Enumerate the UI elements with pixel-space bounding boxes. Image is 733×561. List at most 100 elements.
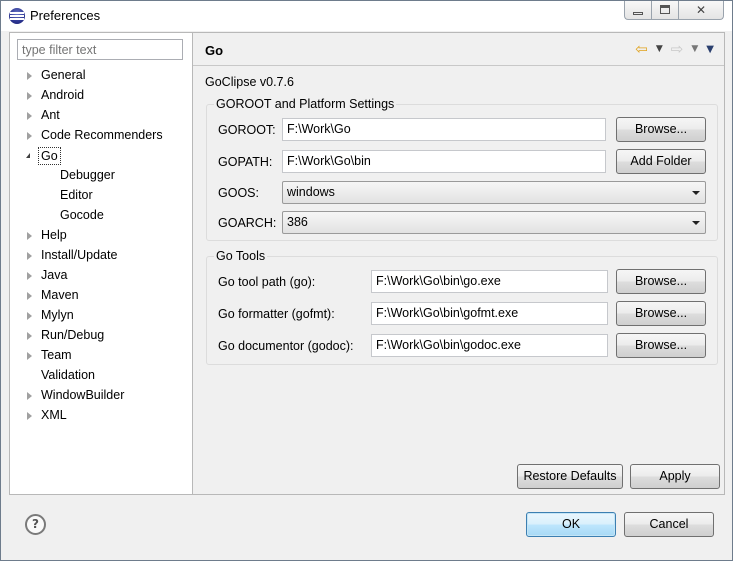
restore-defaults-button[interactable]: Restore Defaults	[517, 464, 623, 489]
tree-item-xml[interactable]: XML	[10, 405, 192, 425]
ok-button[interactable]: OK	[526, 512, 616, 537]
tree-item-label: Debugger	[60, 168, 115, 182]
expand-arrow-icon[interactable]	[27, 412, 32, 420]
help-icon[interactable]: ?	[25, 514, 46, 535]
goroot-field[interactable]: F:\Work\Go	[282, 118, 606, 141]
page-header: Go ⇦ ▼ ⇨ ▼ ▼	[193, 33, 724, 66]
forward-history-dropdown-icon[interactable]: ▼	[691, 44, 698, 54]
cancel-button[interactable]: Cancel	[624, 512, 714, 537]
goos-select[interactable]: windows	[282, 181, 706, 204]
tree-item-label: Go	[38, 147, 61, 165]
back-history-dropdown-icon[interactable]: ▼	[656, 44, 663, 54]
page-navigation: ⇦ ▼ ⇨ ▼ ▼	[635, 42, 714, 57]
apply-button[interactable]: Apply	[630, 464, 720, 489]
back-arrow-icon[interactable]: ⇦	[635, 42, 648, 57]
page-title: Go	[205, 43, 224, 58]
godoc-browse-button[interactable]: Browse...	[616, 333, 706, 358]
maximize-button[interactable]	[651, 1, 678, 20]
tree-item-label: General	[41, 68, 86, 82]
group-title: Go Tools	[214, 249, 268, 263]
tree-item-code-recommenders[interactable]: Code Recommenders	[10, 125, 192, 145]
expand-arrow-icon[interactable]	[27, 72, 32, 80]
goarch-select[interactable]: 386	[282, 211, 706, 234]
gofmt-browse-button[interactable]: Browse...	[616, 301, 706, 326]
go-tool-path-field[interactable]: F:\Work\Go\bin\go.exe	[371, 270, 608, 293]
tree-item-label: Java	[41, 268, 68, 282]
tree-item-label: Validation	[41, 368, 95, 382]
collapse-arrow-icon[interactable]	[26, 153, 30, 158]
preference-tree: General Android Ant Code Recommenders Go…	[10, 65, 192, 425]
expand-arrow-icon[interactable]	[27, 272, 32, 280]
preference-tree-panel: General Android Ant Code Recommenders Go…	[9, 32, 193, 495]
tree-item-label: Code Recommenders	[41, 128, 163, 142]
gopath-field[interactable]: F:\Work\Go\bin	[282, 150, 606, 173]
close-button[interactable]: ✕	[678, 1, 724, 20]
tree-item-mylyn[interactable]: Mylyn	[10, 305, 192, 325]
expand-arrow-icon[interactable]	[27, 392, 32, 400]
tree-item-windowbuilder[interactable]: WindowBuilder	[10, 385, 192, 405]
add-folder-button[interactable]: Add Folder	[616, 149, 706, 174]
tree-item-label: Ant	[41, 108, 60, 122]
tree-item-editor[interactable]: Editor	[10, 185, 192, 205]
go-tool-path-label: Go tool path (go):	[218, 275, 316, 289]
expand-arrow-icon[interactable]	[27, 132, 32, 140]
tree-item-general[interactable]: General	[10, 65, 192, 85]
tree-item-go[interactable]: Go	[10, 145, 192, 165]
gofmt-field[interactable]: F:\Work\Go\bin\gofmt.exe	[371, 302, 608, 325]
expand-arrow-icon[interactable]	[27, 312, 32, 320]
maximize-icon	[660, 5, 670, 14]
godoc-label: Go documentor (godoc):	[218, 339, 354, 353]
expand-arrow-icon[interactable]	[27, 332, 32, 340]
go-tools-group: Go Tools Go tool path (go): F:\Work\Go\b…	[206, 249, 718, 365]
group-title: GOROOT and Platform Settings	[214, 97, 397, 111]
forward-arrow-icon[interactable]: ⇨	[671, 42, 684, 57]
expand-arrow-icon[interactable]	[27, 92, 32, 100]
tree-item-android[interactable]: Android	[10, 85, 192, 105]
window-controls: ✕	[624, 1, 724, 20]
dropdown-arrow-icon	[692, 191, 700, 195]
view-menu-icon[interactable]: ▼	[706, 44, 714, 55]
tree-item-install-update[interactable]: Install/Update	[10, 245, 192, 265]
tree-item-label: XML	[41, 408, 67, 422]
preference-page-panel: Go ⇦ ▼ ⇨ ▼ ▼ GoClipse v0.7.6 GOROOT and …	[193, 32, 725, 495]
godoc-field[interactable]: F:\Work\Go\bin\godoc.exe	[371, 334, 608, 357]
tree-item-label: WindowBuilder	[41, 388, 125, 402]
preferences-window: Preferences ✕ General Android Ant	[0, 0, 733, 561]
tree-item-maven[interactable]: Maven	[10, 285, 192, 305]
tree-item-java[interactable]: Java	[10, 265, 192, 285]
tree-item-label: Team	[41, 348, 72, 362]
window-title: Preferences	[30, 8, 101, 23]
goroot-settings-group: GOROOT and Platform Settings GOROOT: F:\…	[206, 97, 718, 241]
tree-item-label: Mylyn	[41, 308, 74, 322]
dropdown-arrow-icon	[692, 221, 700, 225]
tree-item-help[interactable]: Help	[10, 225, 192, 245]
expand-arrow-icon[interactable]	[27, 112, 32, 120]
title-bar: Preferences ✕	[1, 1, 732, 31]
tree-item-validation[interactable]: Validation	[10, 365, 192, 385]
tree-item-label: Run/Debug	[41, 328, 105, 342]
tree-item-team[interactable]: Team	[10, 345, 192, 365]
minimize-icon	[633, 12, 643, 15]
minimize-button[interactable]	[624, 1, 651, 20]
filter-input[interactable]	[17, 39, 183, 60]
go-tool-browse-button[interactable]: Browse...	[616, 269, 706, 294]
goclipse-version: GoClipse v0.7.6	[205, 75, 294, 89]
tree-item-run-debug[interactable]: Run/Debug	[10, 325, 192, 345]
goarch-label: GOARCH:	[218, 216, 277, 230]
expand-arrow-icon[interactable]	[27, 252, 32, 260]
tree-item-label: Editor	[60, 188, 93, 202]
expand-arrow-icon[interactable]	[27, 352, 32, 360]
tree-item-label: Gocode	[60, 208, 104, 222]
tree-item-gocode[interactable]: Gocode	[10, 205, 192, 225]
expand-arrow-icon[interactable]	[27, 292, 32, 300]
goos-label: GOOS:	[218, 186, 259, 200]
close-icon: ✕	[695, 3, 707, 17]
tree-item-label: Maven	[41, 288, 79, 302]
tree-item-ant[interactable]: Ant	[10, 105, 192, 125]
eclipse-icon	[9, 8, 25, 24]
goroot-browse-button[interactable]: Browse...	[616, 117, 706, 142]
goroot-label: GOROOT:	[218, 123, 276, 137]
expand-arrow-icon[interactable]	[27, 232, 32, 240]
goos-value: windows	[287, 185, 335, 199]
tree-item-debugger[interactable]: Debugger	[10, 165, 192, 185]
